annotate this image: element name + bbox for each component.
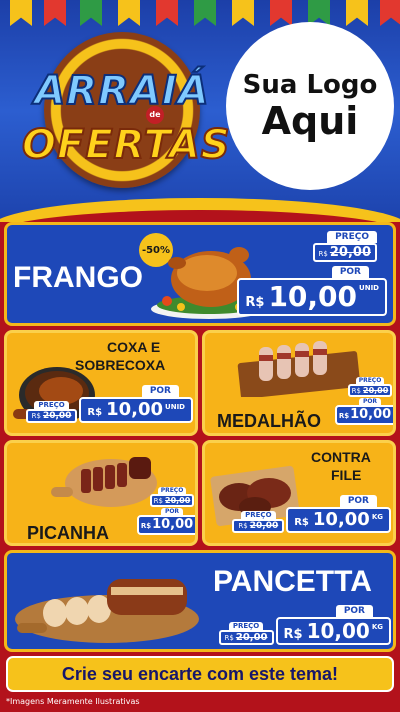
old-price-currency: R$ xyxy=(238,522,248,530)
logo-text-line1: Sua Logo xyxy=(242,70,378,100)
logo-placeholder[interactable]: Sua Logo Aqui xyxy=(226,22,394,190)
product-name: PICANHA xyxy=(27,523,110,543)
bunting-flag xyxy=(44,0,66,26)
arraia-ofertas-seal: ARRAIÁ de OFERTAS xyxy=(21,28,231,203)
bunting-flag xyxy=(156,0,178,26)
product-name-line1: CONTRA xyxy=(311,449,371,465)
bunting-flag xyxy=(380,0,400,26)
current-price: R$10,00KG xyxy=(136,515,198,535)
price-unit: KG xyxy=(195,521,198,527)
bunting-flag xyxy=(194,0,216,26)
old-price: R$ 20,00 xyxy=(218,630,274,645)
por-label: POR xyxy=(335,605,373,617)
old-price-value: 20,00 xyxy=(42,411,72,421)
price-currency: R$ xyxy=(87,407,103,418)
product-name-line1: COXA E xyxy=(107,339,161,355)
price-currency: R$ xyxy=(283,627,303,642)
por-label: POR xyxy=(331,266,369,278)
old-price-currency: R$ xyxy=(318,250,328,258)
por-label: POR xyxy=(339,495,377,507)
bunting-flag xyxy=(118,0,140,26)
price-unit: KG xyxy=(393,411,396,417)
preco-label: PREÇO xyxy=(34,401,69,409)
product-card-pancetta[interactable]: PANCETTA POR PREÇO R$ 20,00 R$ 10,00 KG xyxy=(4,550,396,652)
old-price-value: 20,00 xyxy=(235,632,268,643)
product-card-medalhao[interactable]: MEDALHÃO PREÇO R$20,00 POR R$10,00KG xyxy=(202,330,396,436)
bunting-flag xyxy=(346,0,368,26)
por-label: POR xyxy=(160,508,184,515)
price-block: PREÇO R$20,00 POR R$10,00KG xyxy=(334,377,393,425)
current-price: R$ 10,00 UNID xyxy=(79,397,193,423)
current-price: R$10,00KG xyxy=(275,617,391,645)
old-price-value: 20,00 xyxy=(363,386,389,395)
por-label: POR xyxy=(141,385,179,397)
old-price-value: 20,00 xyxy=(329,245,371,260)
price-unit: UNID xyxy=(359,284,379,292)
bunting-flag xyxy=(10,0,32,26)
price-block: PREÇO R$20,00 POR R$10,00KG xyxy=(136,487,195,535)
price-block: POR PREÇO R$ 20,00 R$ 10,00 UNID xyxy=(25,385,193,423)
product-name: FRANGO xyxy=(13,261,143,294)
price-currency: R$ xyxy=(294,517,309,528)
price-currency: R$ xyxy=(245,295,265,310)
current-price: R$10,00KG xyxy=(286,507,391,533)
bunting-flag xyxy=(270,0,292,26)
price-currency: R$ xyxy=(140,522,152,530)
price-value: 10,00 xyxy=(106,399,164,420)
preco-label: PREÇO xyxy=(241,511,276,519)
price-block: PREÇO R$ 20,00 POR R$ 10,00 UNID xyxy=(237,231,387,316)
old-price: R$ 20,00 xyxy=(347,384,393,397)
price-value: 10,00 xyxy=(312,509,370,530)
old-price-currency: R$ xyxy=(153,497,163,505)
price-value: 10,00 xyxy=(350,407,392,422)
old-price: R$ 20,00 xyxy=(25,409,78,423)
price-value: 10,00 xyxy=(306,619,370,643)
old-price: R$ 20,00 xyxy=(232,519,285,533)
current-price: R$ 10,00 UNID xyxy=(237,278,387,316)
preco-label: PREÇO xyxy=(355,377,385,384)
seal-title-arraia: ARRAIÁ xyxy=(33,67,210,115)
price-value: 10,00 xyxy=(268,280,358,313)
current-price: R$10,00KG xyxy=(334,405,396,425)
cta-banner[interactable]: Crie seu encarte com este tema! xyxy=(6,656,394,692)
old-price-currency: R$ xyxy=(224,634,234,642)
header-banner: ARRAIÁ de OFERTAS Sua Logo Aqui xyxy=(0,0,400,222)
preco-label: PREÇO xyxy=(228,622,264,630)
product-card-picanha[interactable]: PICANHA PREÇO R$20,00 POR R$10,00KG xyxy=(4,440,198,546)
por-label: POR xyxy=(358,398,382,405)
product-name: PANCETTA xyxy=(213,565,372,598)
preco-label: PREÇO xyxy=(327,231,377,243)
price-currency: R$ xyxy=(338,412,350,420)
price-value: 10,00 xyxy=(152,517,194,532)
disclaimer-note: *Imagens Meramente Ilustrativas xyxy=(6,697,140,706)
logo-text-line2: Aqui xyxy=(261,99,359,143)
product-card-frango[interactable]: FRANGO -50% PREÇO R$ 20,00 POR R$ 10,00 UNI… xyxy=(4,222,396,326)
old-price-currency: R$ xyxy=(351,387,361,395)
pancetta-board-image xyxy=(11,557,207,649)
bunting-flag xyxy=(80,0,102,26)
price-unit: KG xyxy=(371,623,383,631)
product-card-contra-file[interactable]: CONTRA FILE POR PREÇO R$ 20,00 R$ 10,00 KG xyxy=(202,440,396,546)
price-unit: UNID xyxy=(165,403,185,411)
product-name-line2: FILE xyxy=(331,467,362,483)
old-price: R$ 20,00 xyxy=(149,494,195,507)
product-name: MEDALHÃO xyxy=(217,411,321,431)
old-price-value: 20,00 xyxy=(165,496,191,505)
seal-title-ofertas: OFERTAS xyxy=(21,121,231,169)
old-price: R$ 20,00 xyxy=(312,243,377,262)
price-unit: KG xyxy=(371,513,383,521)
bunting-flag xyxy=(232,0,254,26)
product-card-coxa-sobrecoxa[interactable]: COXA E SOBRECOXA POR PREÇO R$ 20,00 R$ 10,… xyxy=(4,330,198,436)
price-block: POR PREÇO R$ 20,00 R$ 10,00 KG xyxy=(232,495,391,533)
old-price-currency: R$ xyxy=(31,412,41,420)
preco-label: PREÇO xyxy=(157,487,187,494)
old-price-value: 20,00 xyxy=(249,521,279,531)
price-block: POR PREÇO R$ 20,00 R$ 10,00 KG xyxy=(218,605,391,645)
